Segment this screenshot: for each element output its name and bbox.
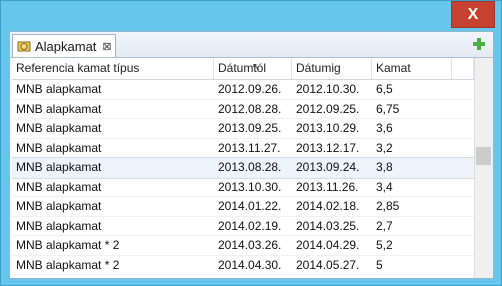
plus-icon[interactable] bbox=[471, 36, 487, 52]
tab-close-icon[interactable]: ⊠ bbox=[102, 40, 111, 53]
cell-from: 2014.02.19. bbox=[218, 218, 282, 233]
table-body: MNB alapkamat 2012.09.26. 2012.10.30. 6,5 MN… bbox=[12, 80, 474, 278]
cell-type: MNB alapkamat bbox=[16, 121, 102, 135]
cell-to: 2013.12.17. bbox=[296, 140, 360, 155]
cell-type: MNB alapkamat bbox=[16, 140, 102, 155]
cell-rate: 2,85 bbox=[376, 199, 400, 213]
table-row[interactable]: MNB alapkamat 2012.09.26. 2012.10.30. 6,5 bbox=[12, 80, 474, 100]
cell-rate: 5,2 bbox=[376, 238, 393, 252]
tab-alapkamat[interactable]: Alapkamat ⊠ bbox=[12, 34, 116, 57]
cell-to: 2014.02.18. bbox=[296, 199, 360, 213]
table-row[interactable]: MNB alapkamat 2013.09.25. 2013.10.29. 3,6 bbox=[12, 119, 474, 139]
cell-from: 2014.03.26. bbox=[218, 238, 282, 252]
table-row[interactable]: MNB alapkamat 2014.02.19. 2014.03.25. 2,7 bbox=[12, 217, 474, 236]
cell-to: 2013.11.26. bbox=[296, 179, 359, 194]
table-row[interactable]: MNB alapkamat 2013.10.30. 2013.11.26. 3,4 bbox=[12, 178, 474, 197]
column-header-from[interactable]: Dátumtól ↖ bbox=[214, 58, 292, 79]
table-row[interactable]: MNB alapkamat 2014.01.22. 2014.02.18. 2,85 bbox=[12, 197, 474, 217]
cell-type: MNB alapkamat bbox=[16, 160, 102, 174]
cell-rate: 3,2 bbox=[376, 140, 393, 155]
coin-icon bbox=[17, 41, 31, 52]
cell-rate: 3,6 bbox=[376, 121, 393, 135]
cell-to: 2014.05.27. bbox=[296, 257, 360, 272]
cell-type: MNB alapkamat * 2 bbox=[16, 238, 120, 252]
app-window: X Alapkamat ⊠ Referencia kamat típus Dát… bbox=[0, 0, 502, 286]
cell-rate: 2,7 bbox=[376, 218, 393, 233]
cell-rate: 3,4 bbox=[376, 179, 393, 194]
scrollbar-thumb[interactable] bbox=[476, 147, 491, 165]
cursor-icon: ↖ bbox=[252, 62, 261, 73]
cell-to: 2014.03.25. bbox=[296, 218, 360, 233]
cell-to: 2013.10.29. bbox=[296, 121, 360, 135]
cell-type: MNB alapkamat bbox=[16, 218, 102, 233]
cell-from: 2013.11.27. bbox=[218, 140, 281, 155]
cell-rate: 5 bbox=[376, 257, 383, 272]
cell-to: 2014.04.29. bbox=[296, 238, 360, 252]
cell-to: 2013.09.24. bbox=[296, 160, 360, 174]
cell-type: MNB alapkamat bbox=[16, 199, 102, 213]
cell-from: 2014.01.22. bbox=[218, 199, 282, 213]
cell-to: 2014.06.24. bbox=[292, 275, 372, 278]
cell-rate: 4,9 bbox=[372, 275, 452, 278]
cell-rate: 6,5 bbox=[376, 82, 393, 96]
cell-type: MNB alapkamat * 2 bbox=[16, 257, 120, 272]
column-header-type[interactable]: Referencia kamat típus bbox=[12, 58, 214, 79]
table-row[interactable]: MNB alapkamat * 22014.05.28.2014.06.24.4… bbox=[12, 275, 474, 278]
table-row[interactable]: MNB alapkamat * 2 2014.03.26. 2014.04.29. 5… bbox=[12, 236, 474, 256]
cell-rate: 3,8 bbox=[376, 160, 393, 174]
cell-to: 2012.10.30. bbox=[296, 82, 360, 96]
cell-to: 2012.09.25. bbox=[296, 101, 360, 116]
vertical-scrollbar[interactable] bbox=[474, 58, 493, 278]
table-row[interactable]: MNB alapkamat 2013.11.27. 2013.12.17. 3,2 bbox=[12, 139, 474, 158]
tab-bar: Alapkamat ⊠ bbox=[10, 32, 493, 58]
table-row[interactable]: MNB alapkamat 2013.08.28. 2013.09.24. 3,8 bbox=[12, 157, 474, 179]
table-row[interactable]: MNB alapkamat * 2 2014.04.30. 2014.05.27. 5 bbox=[12, 256, 474, 275]
cell-from: 2012.09.26. bbox=[218, 82, 282, 96]
cell-from: 2014.04.30. bbox=[218, 257, 282, 272]
tab-label: Alapkamat bbox=[35, 38, 97, 54]
column-header-rate[interactable]: Kamat bbox=[372, 58, 452, 79]
window-close-button[interactable]: X bbox=[451, 1, 495, 28]
cell-from: 2013.08.28. bbox=[218, 160, 282, 174]
cell-type: MNB alapkamat bbox=[16, 82, 102, 96]
cell-from: 2012.08.28. bbox=[218, 101, 282, 116]
cell-type: MNB alapkamat bbox=[16, 179, 102, 194]
cell-from: 2013.10.30. bbox=[218, 179, 282, 194]
cell-type: MNB alapkamat bbox=[16, 101, 102, 116]
table-row[interactable]: MNB alapkamat 2012.08.28. 2012.09.25. 6,75 bbox=[12, 100, 474, 119]
cell-from: 2014.05.28. bbox=[214, 275, 292, 278]
cell-type: MNB alapkamat * 2 bbox=[12, 275, 214, 278]
client-area: Alapkamat ⊠ Referencia kamat típus Dátum… bbox=[9, 31, 494, 279]
cell-rate: 6,75 bbox=[376, 101, 400, 116]
column-header-filler bbox=[452, 58, 474, 79]
data-table: Referencia kamat típus Dátumtól ↖ Dátumig… bbox=[12, 58, 474, 278]
table-header: Referencia kamat típus Dátumtól ↖ Dátumig… bbox=[12, 58, 474, 80]
cell-from: 2013.09.25. bbox=[218, 121, 282, 135]
column-header-to[interactable]: Dátumig bbox=[292, 58, 372, 79]
